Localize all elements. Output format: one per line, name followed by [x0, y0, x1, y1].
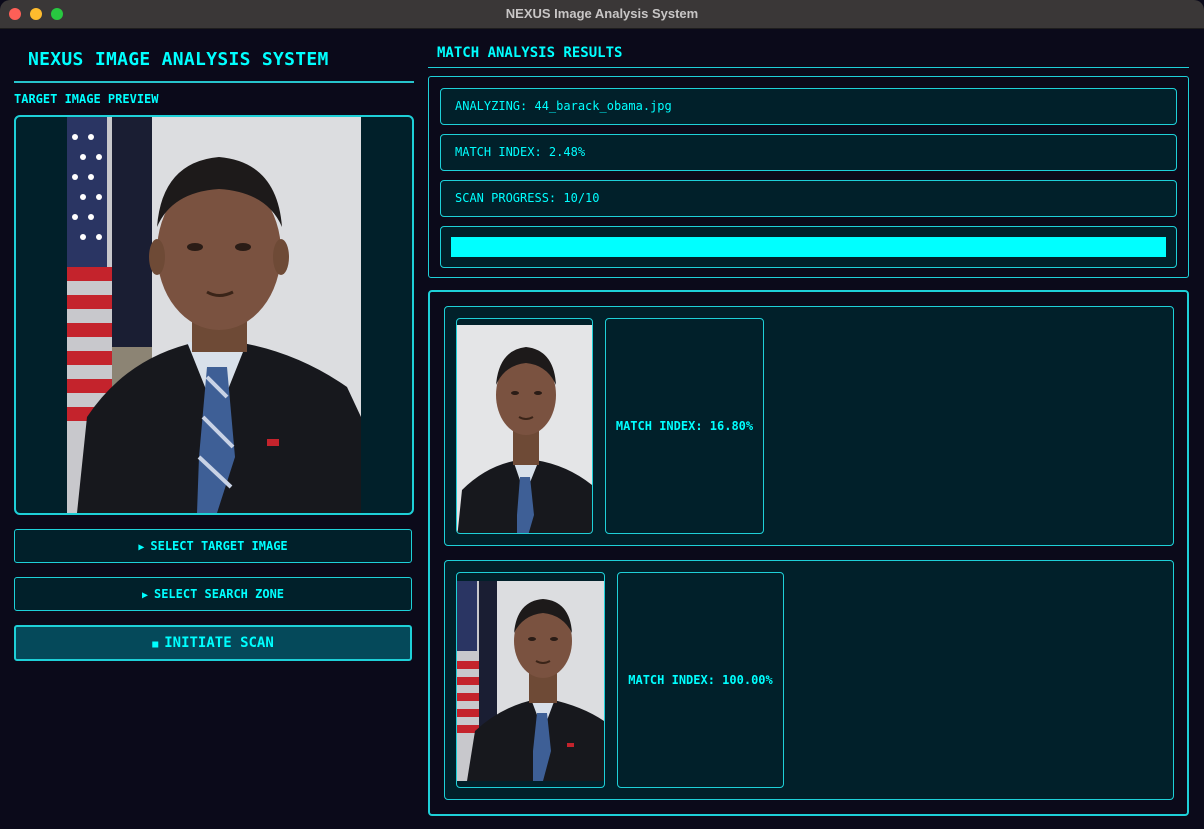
- match-index-status: MATCH INDEX: 2.48%: [440, 134, 1177, 171]
- select-search-zone-label: SELECT SEARCH ZONE: [153, 587, 285, 601]
- match-index-label: MATCH INDEX: 100.00%: [617, 572, 784, 788]
- scan-progress-fill: [451, 237, 1166, 257]
- scan-progress-bar: [440, 226, 1177, 268]
- window-title: NEXUS Image Analysis System: [505, 6, 699, 21]
- play-triangle-icon: ▶: [138, 542, 145, 553]
- preview-label: TARGET IMAGE PREVIEW: [14, 92, 159, 106]
- results-divider: [428, 67, 1189, 68]
- analyzing-status: ANALYZING: 44_barack_obama.jpg: [440, 88, 1177, 125]
- match-index-label: MATCH INDEX: 16.80%: [605, 318, 764, 534]
- select-target-image-button[interactable]: ▶ SELECT TARGET IMAGE: [14, 529, 412, 563]
- scan-progress-status: SCAN PROGRESS: 10/10: [440, 180, 1177, 217]
- stop-square-icon: ■: [152, 639, 159, 650]
- title-divider: [14, 81, 414, 83]
- select-search-zone-button[interactable]: ▶ SELECT SEARCH ZONE: [14, 577, 412, 611]
- match-thumbnail: [456, 572, 605, 788]
- select-target-image-label: SELECT TARGET IMAGE: [150, 539, 288, 553]
- play-triangle-icon: ▶: [141, 590, 148, 601]
- initiate-scan-button[interactable]: ■ INITIATE SCAN: [14, 625, 412, 661]
- target-image-preview: [14, 115, 414, 515]
- app-window: NEXUS Image Analysis System NEXUS IMAGE …: [0, 0, 1204, 829]
- results-title: MATCH ANALYSIS RESULTS: [437, 45, 623, 61]
- match-thumbnail: [456, 318, 593, 534]
- target-portrait-image: [67, 117, 361, 513]
- initiate-scan-label: INITIATE SCAN: [164, 635, 274, 651]
- title-bar: NEXUS Image Analysis System: [0, 0, 1204, 29]
- app-title: NEXUS IMAGE ANALYSIS SYSTEM: [28, 49, 329, 70]
